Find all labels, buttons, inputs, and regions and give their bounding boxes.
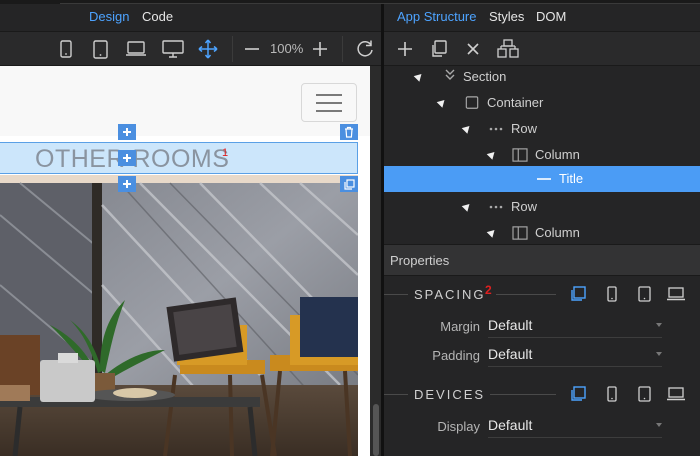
properties-panel: SPACING 2 Margin Default Padding Default… [384, 276, 700, 456]
delete-x-icon[interactable] [462, 38, 484, 60]
all-devices-icon[interactable] [568, 284, 588, 304]
column-icon [512, 226, 528, 240]
insert-inside-plus-icon[interactable] [118, 150, 136, 166]
duplicate-icon[interactable] [428, 38, 450, 60]
container-square-icon [465, 96, 479, 109]
display-select[interactable]: Default [488, 414, 662, 438]
zoom-in-icon[interactable] [309, 38, 331, 60]
zoom-level: 100% [270, 41, 304, 56]
row-dots-icon [489, 205, 503, 209]
tree-item-title[interactable]: Title [384, 166, 700, 192]
chevron-down-icon [656, 323, 662, 327]
refresh-icon[interactable] [354, 38, 376, 60]
tree-item-section[interactable]: Section [384, 66, 700, 90]
margin-select[interactable]: Default [488, 314, 662, 338]
laptop-icon[interactable] [125, 38, 147, 60]
design-canvas: OTHER ROOMS 1 [0, 66, 381, 456]
tablet-icon[interactable] [634, 384, 654, 404]
laptop-icon[interactable] [666, 384, 686, 404]
tab-code[interactable]: Code [142, 9, 173, 24]
display-label: Display [437, 419, 480, 434]
annotation-badge-2: 2 [485, 283, 492, 297]
selected-title-element[interactable]: OTHER ROOMS [0, 142, 358, 174]
room-photo [0, 175, 358, 456]
properties-header: Properties [384, 244, 700, 276]
annotation-badge-1: 1 [222, 147, 229, 159]
tree-item-column-2[interactable]: Column [384, 220, 700, 244]
phone-icon[interactable] [602, 284, 622, 304]
device-toolbar [0, 32, 381, 66]
tab-dom[interactable]: DOM [536, 9, 566, 24]
tablet-icon[interactable] [634, 284, 654, 304]
canvas-scrollbar[interactable] [371, 66, 381, 456]
move-arrows-icon[interactable] [197, 38, 219, 60]
chevron-down-icon [656, 352, 662, 356]
tree-item-column[interactable]: Column [384, 142, 700, 168]
components-icon[interactable] [497, 38, 519, 60]
preview-navbar [0, 66, 370, 136]
tab-design[interactable]: Design [89, 9, 129, 24]
margin-label: Margin [440, 319, 480, 334]
laptop-icon[interactable] [666, 284, 686, 304]
scroll-thumb[interactable] [373, 404, 379, 456]
padding-label: Padding [432, 348, 480, 363]
tab-styles[interactable]: Styles [489, 9, 524, 24]
tree-item-container[interactable]: Container [384, 90, 700, 116]
devices-section-title: DEVICES [414, 387, 486, 402]
insert-below-plus-icon[interactable] [118, 176, 136, 192]
properties-title: Properties [390, 253, 450, 268]
tree-item-row-2[interactable]: Row [384, 194, 700, 220]
spacing-section-title: SPACING [414, 287, 486, 302]
editor-tab-bar: Design Code [0, 4, 381, 32]
all-devices-icon[interactable] [568, 384, 588, 404]
phone-icon[interactable] [602, 384, 622, 404]
chevron-down-icon [656, 423, 662, 427]
desktop-icon[interactable] [162, 38, 184, 60]
phone-icon[interactable] [55, 38, 77, 60]
page-preview: OTHER ROOMS 1 [0, 66, 370, 456]
tab-app-structure[interactable]: App Structure [397, 9, 477, 24]
tablet-icon[interactable] [89, 38, 111, 60]
column-icon [512, 148, 528, 162]
hamburger-menu-icon[interactable] [301, 83, 357, 122]
insert-above-plus-icon[interactable] [118, 124, 136, 140]
section-chevrons-icon [445, 69, 455, 80]
duplicate-element-icon[interactable] [340, 176, 358, 192]
app-structure-tree: Section Container Row Column Title Row C… [384, 66, 700, 244]
panel-tab-bar: App Structure Styles DOM [384, 4, 700, 32]
structure-toolbar [384, 32, 700, 66]
add-icon[interactable] [394, 38, 416, 60]
title-dash-icon [537, 178, 551, 180]
row-dots-icon [489, 127, 503, 131]
delete-element-trash-icon[interactable] [340, 124, 358, 140]
padding-select[interactable]: Default [488, 343, 662, 367]
tree-item-row[interactable]: Row [384, 116, 700, 142]
zoom-out-icon[interactable] [241, 38, 263, 60]
